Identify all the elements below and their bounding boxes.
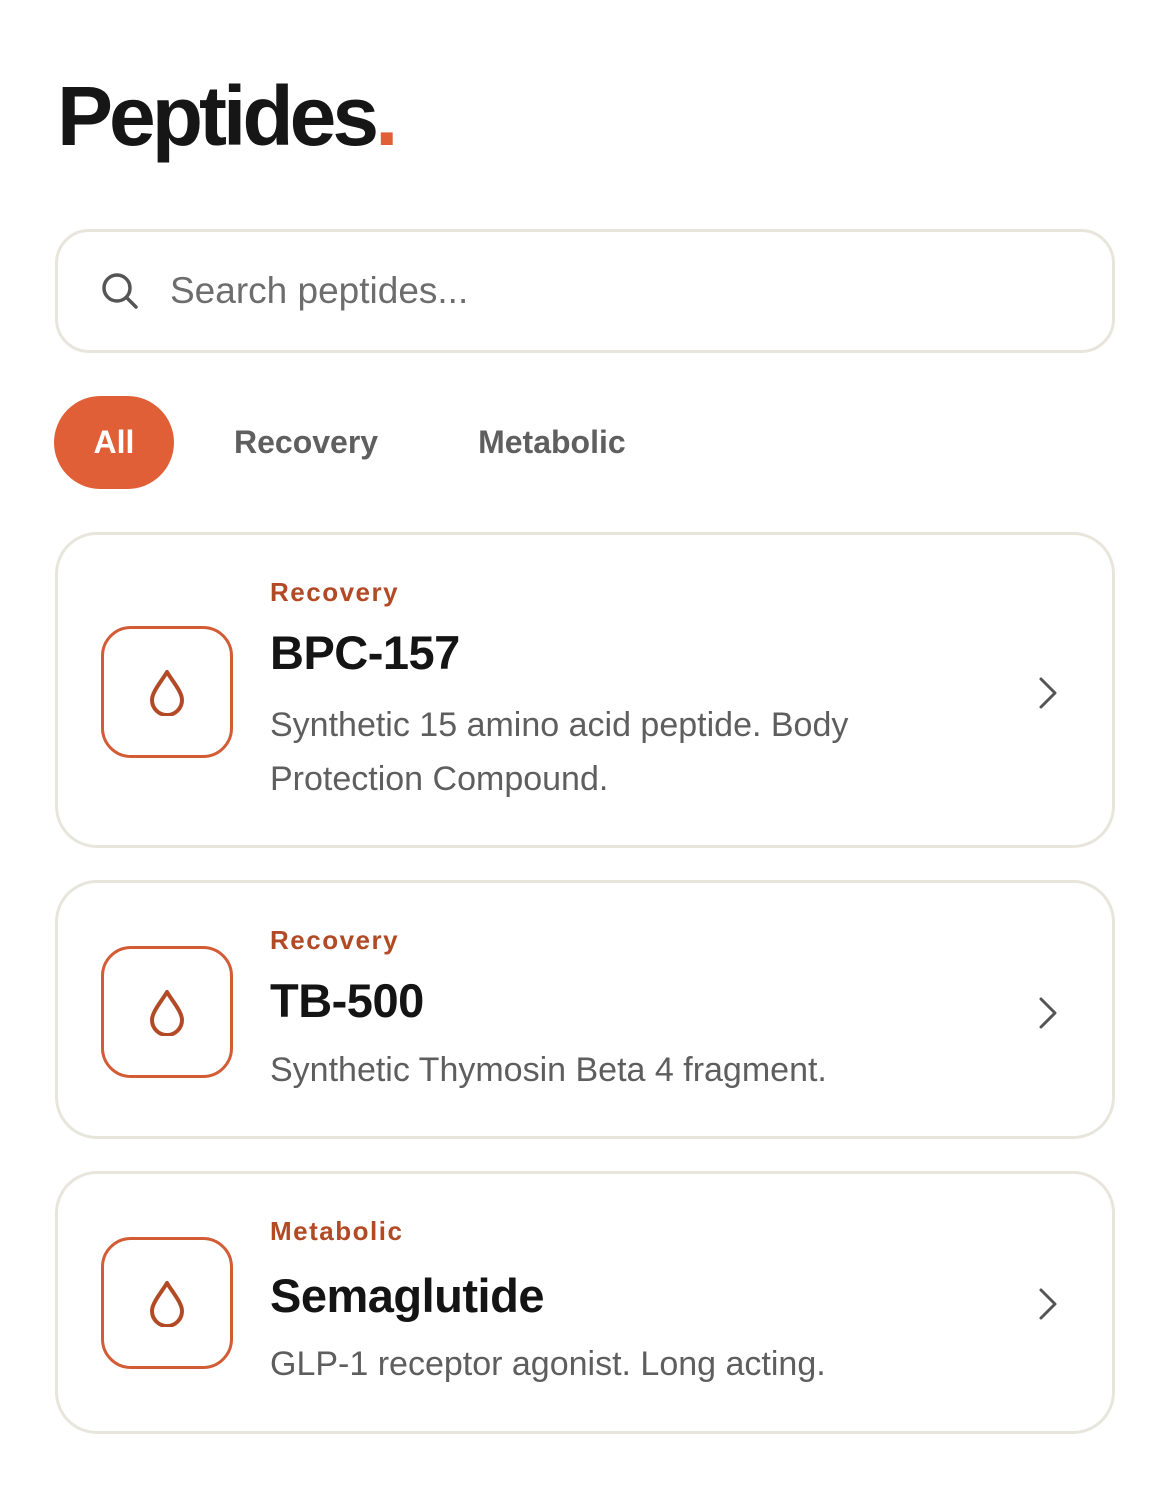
peptide-card-tb-500[interactable]: Recovery TB-500 Synthetic Thymosin Beta … (55, 880, 1115, 1139)
drop-icon (101, 946, 233, 1078)
search-icon (100, 271, 140, 311)
peptide-description: Synthetic Thymosin Beta 4 fragment. (270, 1051, 827, 1089)
page-title-text: Peptides (57, 69, 379, 163)
chevron-right-icon (1034, 673, 1062, 713)
peptide-description: Synthetic 15 amino acid peptide. Body Pr… (270, 706, 849, 798)
filter-chips: All Recovery Metabolic (54, 396, 626, 489)
peptide-card-semaglutide[interactable]: Metabolic Semaglutide GLP-1 receptor ago… (55, 1171, 1115, 1434)
peptide-card-bpc-157[interactable]: Recovery BPC-157 Synthetic 15 amino acid… (55, 532, 1115, 848)
chevron-right-icon (1034, 1284, 1062, 1324)
filter-chip-all[interactable]: All (54, 396, 174, 489)
peptides-page: Peptides. All Recovery Metabolic Recover… (0, 0, 1170, 1509)
peptide-category: Recovery (270, 577, 400, 607)
search-input[interactable] (170, 270, 1030, 312)
title-accent-dot: . (375, 69, 398, 163)
peptide-name: TB-500 (270, 974, 424, 1027)
page-title: Peptides. (57, 74, 399, 158)
peptide-description: GLP-1 receptor agonist. Long acting. (270, 1345, 826, 1383)
filter-chip-recovery[interactable]: Recovery (234, 396, 378, 489)
drop-icon (101, 626, 233, 758)
drop-icon (101, 1237, 233, 1369)
peptide-category: Recovery (270, 925, 400, 955)
filter-chip-metabolic[interactable]: Metabolic (478, 396, 626, 489)
search-bar[interactable] (55, 229, 1115, 353)
peptide-name: Semaglutide (270, 1269, 544, 1322)
peptide-name: BPC-157 (270, 626, 460, 679)
chevron-right-icon (1034, 993, 1062, 1033)
peptide-category: Metabolic (270, 1216, 404, 1246)
